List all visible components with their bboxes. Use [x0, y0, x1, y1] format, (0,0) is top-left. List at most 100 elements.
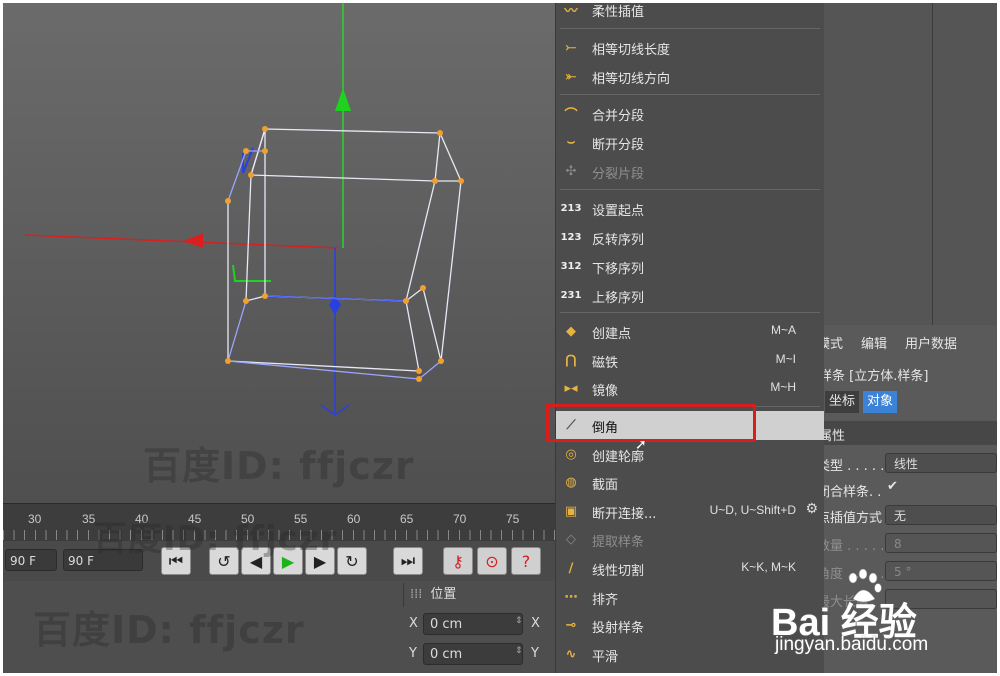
spline-soft-icon: 〰: [564, 3, 578, 19]
menu-item-label: 相等切线方向: [592, 72, 671, 87]
gear-icon[interactable]: ⚙: [805, 501, 818, 517]
tick-label: 60: [347, 512, 361, 526]
stepper-icon[interactable]: ⇕: [515, 646, 523, 656]
break-segment-icon: ⌣: [566, 134, 576, 150]
angle-field[interactable]: 5 °: [885, 561, 997, 581]
menu-item-label: 截面: [592, 478, 619, 493]
menu-item-mirror[interactable]: ▸◂ 镜像 M~H: [556, 374, 824, 403]
menu-item-label: 排齐: [592, 593, 619, 608]
highlight-annotation: [546, 404, 756, 442]
axis-label: Y: [409, 646, 417, 661]
magnet-icon: ⋂: [565, 352, 577, 368]
menu-item-label: 相等切线长度: [592, 43, 671, 58]
join-segment-icon: ⌒: [564, 107, 578, 123]
menu-item-label: 反转序列: [592, 233, 645, 248]
menu-item-cross-section[interactable]: ◍ 截面: [556, 468, 824, 497]
close-spline-checkbox[interactable]: ✔: [887, 479, 898, 494]
menu-item-label: 提取样条: [592, 535, 645, 550]
extract-spline-icon: ◇: [566, 531, 576, 547]
menu-item-explode-segments[interactable]: ✣ 分裂片段: [556, 157, 824, 186]
viewport-scene[interactable]: [3, 3, 555, 503]
equal-tangent-direction-icon: ⤜: [565, 68, 577, 84]
interpolation-dropdown[interactable]: 无: [885, 505, 997, 525]
menu-item-disconnect[interactable]: ▣ 断开连接... U~D, U~Shift+D ⚙: [556, 497, 824, 526]
field-label: 闭合样条. .: [817, 485, 882, 500]
menu-item-reverse-sequence[interactable]: 123 反转序列: [556, 223, 824, 252]
menu-item-knife[interactable]: ∕ 线性切割 K~K, M~K: [556, 554, 824, 583]
key-icon: ⚷: [452, 551, 464, 571]
menu-separator: [560, 28, 820, 29]
menu-item-equal-tangent-direction[interactable]: ⤜ 相等切线方向: [556, 62, 824, 91]
subtab-object[interactable]: 对象: [863, 391, 898, 413]
spline-points: [225, 126, 464, 382]
cross-section-icon: ◍: [565, 474, 577, 490]
menu-item-join-segment[interactable]: ⌒ 合并分段: [556, 99, 824, 128]
tab-user-data[interactable]: 用户数据: [905, 333, 957, 352]
tick-label: 65: [400, 512, 414, 526]
menu-item-label: 设置起点: [592, 204, 645, 219]
axis-label: Y: [531, 646, 539, 661]
number-field[interactable]: 8: [885, 533, 997, 553]
cube-spline: [227, 128, 462, 380]
position-y-field[interactable]: 0 cm: [423, 643, 523, 665]
object-title: 样条 [立方体.样条]: [819, 369, 929, 384]
position-label: 位置: [430, 587, 457, 602]
set-first-point-icon: 213: [560, 202, 582, 214]
tab-edit[interactable]: 编辑: [861, 333, 887, 352]
y-axis-arrow: [335, 88, 351, 111]
watermark: 百度ID: ffjczr: [143, 444, 415, 488]
subtab-coordinates[interactable]: 坐标: [825, 391, 860, 413]
skip-end-icon: ⏭: [400, 551, 416, 570]
explode-segments-icon: ✣: [565, 163, 577, 179]
section-header: [823, 421, 997, 445]
axis-label: X: [531, 616, 540, 631]
menu-item-create-point[interactable]: ◆ 创建点 M~A: [556, 317, 824, 346]
menu-separator: [560, 312, 820, 313]
mirror-icon: ▸◂: [564, 380, 578, 396]
menu-item-label: 柔性插值: [592, 5, 645, 20]
auto-key-icon: ⊙: [485, 551, 499, 571]
menu-item-equal-tangent-length[interactable]: ⤚ 相等切线长度: [556, 33, 824, 62]
help-button[interactable]: ?: [511, 547, 541, 575]
objects-panel: [823, 3, 997, 325]
stepper-icon[interactable]: ⇕: [515, 616, 523, 626]
menu-item-break-segment[interactable]: ⌣ 断开分段: [556, 128, 824, 157]
go-to-end-button[interactable]: ⏭: [393, 547, 423, 575]
align-icon: ⋯: [564, 589, 578, 605]
menu-item-label: 上移序列: [592, 291, 645, 306]
next-key-button[interactable]: ↻: [337, 547, 367, 575]
frame-start-field[interactable]: 90 F: [5, 549, 57, 571]
x-axis-line: [24, 234, 339, 249]
position-x-field[interactable]: 0 cm: [423, 613, 523, 635]
watermark: 百度ID: ffjczr: [33, 608, 305, 652]
shortcut-label: K~K, M~K: [741, 560, 796, 574]
menu-item-soft-interpolation[interactable]: 〰柔性插值: [556, 3, 824, 24]
smooth-icon: ∿: [565, 646, 577, 662]
menu-item-create-outline[interactable]: ◎ 创建轮廓: [556, 440, 824, 469]
create-outline-icon: ◎: [565, 446, 577, 462]
tick-label: 75: [506, 512, 520, 526]
menu-item-label: 线性切割: [592, 564, 645, 579]
field-label: 点插值方式: [817, 511, 883, 526]
create-point-icon: ◆: [566, 323, 576, 339]
shortcut-label: M~I: [775, 352, 796, 366]
auto-key-button[interactable]: ⊙: [477, 547, 507, 575]
menu-item-label: 投射样条: [592, 621, 645, 636]
x-axis-arrow: [183, 233, 203, 248]
menu-item-magnet[interactable]: ⋂ 磁铁 M~I: [556, 346, 824, 375]
field-label: 数量 . . . . .: [817, 539, 885, 554]
3d-viewport[interactable]: 百度ID: ffjczr: [3, 3, 555, 503]
coord-row-x: X 0 cm ⇕ X: [403, 611, 555, 637]
menu-item-set-first-point[interactable]: 213 设置起点: [556, 194, 824, 223]
menu-item-move-down-sequence[interactable]: 312 下移序列: [556, 252, 824, 281]
menu-item-move-up-sequence[interactable]: 231 上移序列: [556, 281, 824, 310]
menu-separator: [560, 94, 820, 95]
menu-item-extract-spline[interactable]: ◇ 提取样条: [556, 525, 824, 554]
type-dropdown[interactable]: 线性: [885, 453, 997, 473]
menu-item-label: 镜像: [592, 384, 619, 399]
baidu-url: jingyan.baidu.com: [775, 634, 929, 655]
tick-label: 70: [453, 512, 467, 526]
equal-tangent-length-icon: ⤚: [565, 39, 577, 55]
record-keys-button[interactable]: ⚷: [443, 547, 473, 575]
menu-item-label: 合并分段: [592, 109, 645, 124]
